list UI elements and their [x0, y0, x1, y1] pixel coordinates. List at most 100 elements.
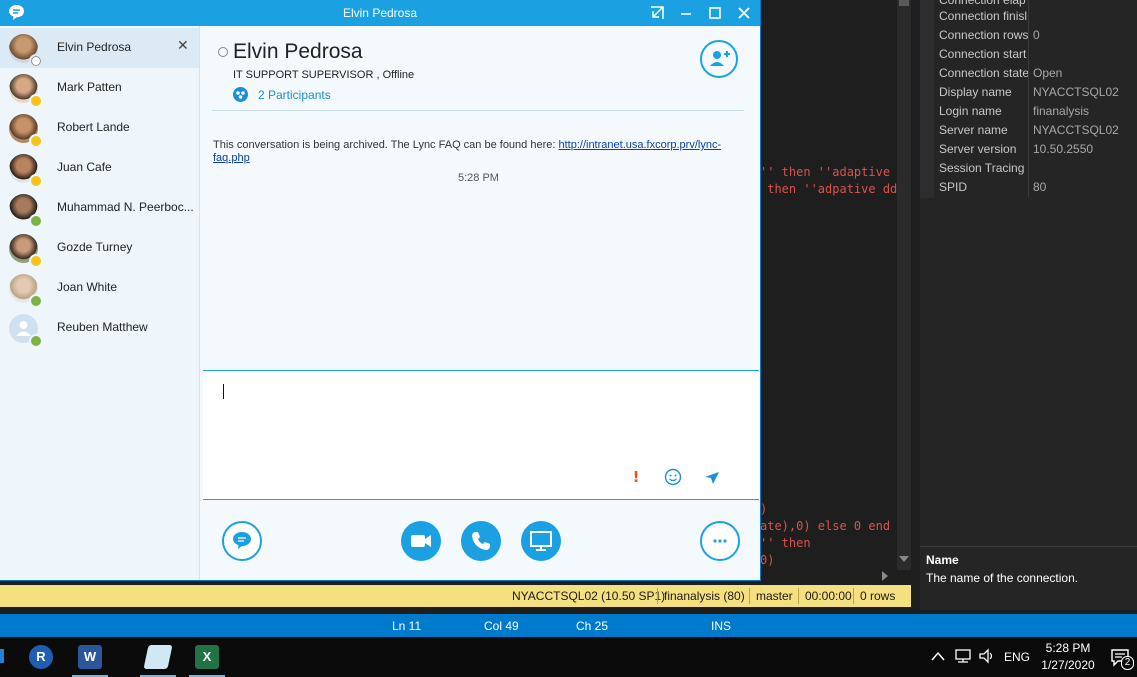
minimize-button[interactable] — [672, 0, 700, 26]
status-login: finanalysis (80) — [664, 589, 745, 603]
presence-away-icon — [29, 134, 43, 148]
property-row[interactable]: Server name NYACCTSQL02 — [920, 121, 1137, 140]
property-row[interactable]: Connection start — [920, 45, 1137, 64]
property-value: NYACCTSQL02 — [1033, 85, 1119, 99]
language-indicator[interactable]: ENG — [1004, 650, 1030, 664]
header-divider — [212, 110, 744, 111]
mark-important-icon[interactable]: ! — [626, 467, 646, 487]
participants-label: 2 Participants — [258, 88, 331, 102]
more-options-button[interactable] — [700, 521, 740, 561]
contact-name: Juan Cafe — [57, 160, 112, 174]
status-insert-mode: INS — [711, 619, 732, 633]
property-key: Login name — [939, 104, 1002, 118]
status-column: Col 49 — [484, 619, 519, 633]
contact-item-robert-lande[interactable]: Robert Lande — [0, 108, 199, 148]
property-row[interactable]: Connection finisl — [920, 7, 1137, 26]
property-divider — [1028, 64, 1029, 83]
add-people-button[interactable] — [700, 40, 738, 78]
phone-icon — [472, 532, 490, 550]
status-line: Ln 11 — [392, 619, 422, 633]
property-value: 10.50.2550 — [1033, 142, 1094, 156]
contact-item-elvin-pedrosa[interactable]: Elvin Pedrosa ✕ — [0, 28, 199, 68]
scroll-thumb[interactable] — [899, 0, 909, 6]
status-database: master — [756, 589, 793, 603]
property-key: Connection rows — [939, 28, 1029, 42]
property-key: Display name — [939, 85, 1012, 99]
taskbar-app-excel[interactable]: X — [183, 637, 231, 677]
property-divider — [1028, 26, 1029, 45]
maximize-button[interactable] — [701, 0, 729, 26]
r-app-icon: R — [29, 645, 53, 669]
close-icon — [738, 7, 750, 19]
editor-vertical-scrollbar[interactable] — [897, 0, 911, 570]
status-divider — [749, 588, 750, 604]
property-row[interactable]: Session Tracing II — [920, 159, 1137, 178]
contact-item-mark-patten[interactable]: Mark Patten — [0, 68, 199, 108]
taskbar-clock[interactable]: 5:28 PM 1/27/2020 — [1040, 640, 1096, 674]
taskbar-app-notepad[interactable] — [134, 637, 182, 677]
clock-time: 5:28 PM — [1045, 641, 1091, 655]
window-titlebar[interactable]: Elvin Pedrosa — [0, 0, 760, 26]
property-description-text: The name of the connection. — [926, 571, 1079, 585]
send-icon[interactable] — [702, 467, 722, 487]
status-char: Ch 25 — [576, 619, 609, 633]
property-divider — [1028, 121, 1029, 140]
action-center-button[interactable]: 2 — [1110, 647, 1134, 670]
property-row[interactable]: Connection state Open — [920, 64, 1137, 83]
message-timestamp: 5:28 PM — [458, 172, 499, 184]
property-row[interactable]: Server version 10.50.2550 — [920, 140, 1137, 159]
audio-call-button[interactable] — [461, 521, 501, 561]
contact-item-reuben-matthew[interactable]: Reuben Matthew — [0, 308, 199, 348]
contact-name: Robert Lande — [57, 120, 130, 134]
contact-name: Muhammad N. Peerboc... — [57, 200, 194, 214]
property-row[interactable]: SPID 80 — [920, 178, 1137, 197]
im-button[interactable] — [222, 521, 262, 561]
contact-item-gozde-turney[interactable]: Gozde Turney — [0, 228, 199, 268]
scroll-right-arrow-icon[interactable] — [882, 571, 888, 581]
popout-button[interactable] — [643, 0, 671, 26]
contact-name: Elvin Pedrosa — [57, 40, 132, 54]
contact-item-muhammad[interactable]: Muhammad N. Peerboc... — [0, 188, 199, 228]
add-person-icon — [710, 51, 730, 66]
property-row[interactable]: Connection rows 0 — [920, 26, 1137, 45]
property-value: NYACCTSQL02 — [1033, 123, 1119, 137]
contact-name: Mark Patten — [57, 80, 122, 94]
popout-icon — [651, 6, 664, 19]
contact-name: Gozde Turney — [57, 240, 133, 254]
video-camera-icon — [411, 535, 431, 547]
text-caret — [223, 384, 224, 399]
property-divider — [1028, 102, 1029, 121]
video-call-button[interactable] — [401, 521, 441, 561]
property-divider — [1028, 140, 1029, 159]
network-icon[interactable] — [954, 648, 972, 664]
property-description-name: Name — [926, 553, 959, 567]
property-value: 0 — [1033, 28, 1040, 42]
status-divider — [657, 588, 658, 604]
emoticon-icon[interactable] — [663, 467, 683, 487]
taskbar-app-word[interactable]: W — [66, 637, 114, 677]
contact-item-joan-white[interactable]: Joan White — [0, 268, 199, 308]
property-row[interactable]: Display name NYACCTSQL02 — [920, 83, 1137, 102]
presence-offline-icon — [218, 47, 228, 57]
message-compose-area[interactable]: ! — [203, 370, 759, 500]
maximize-icon — [709, 7, 721, 19]
presence-available-icon — [29, 334, 43, 348]
close-window-button[interactable] — [730, 0, 758, 26]
property-key: Connection start — [939, 47, 1027, 61]
volume-icon[interactable] — [978, 648, 996, 664]
property-value: Open — [1033, 66, 1063, 80]
code-line: '' then ''adaptive s — [760, 165, 905, 179]
conversation-contact-name[interactable]: Elvin Pedrosa — [233, 40, 363, 64]
scroll-down-arrow-icon[interactable] — [899, 556, 909, 562]
taskbar-app-r[interactable]: R — [17, 637, 65, 677]
start-area-fragment[interactable] — [0, 649, 4, 663]
close-conversation-icon[interactable]: ✕ — [177, 38, 189, 54]
chevron-up-icon[interactable] — [931, 651, 945, 661]
presence-away-icon — [29, 174, 43, 188]
contact-item-juan-cafe[interactable]: Juan Cafe — [0, 148, 199, 188]
share-screen-button[interactable] — [521, 521, 561, 561]
properties-panel: Connection elap Connection finisl Connec… — [920, 0, 1137, 610]
property-key: Connection state — [939, 66, 1029, 80]
conversation-contacts-list: Elvin Pedrosa ✕ Mark Patten Robert Lande… — [0, 26, 200, 580]
property-row[interactable]: Login name finanalysis — [920, 102, 1137, 121]
